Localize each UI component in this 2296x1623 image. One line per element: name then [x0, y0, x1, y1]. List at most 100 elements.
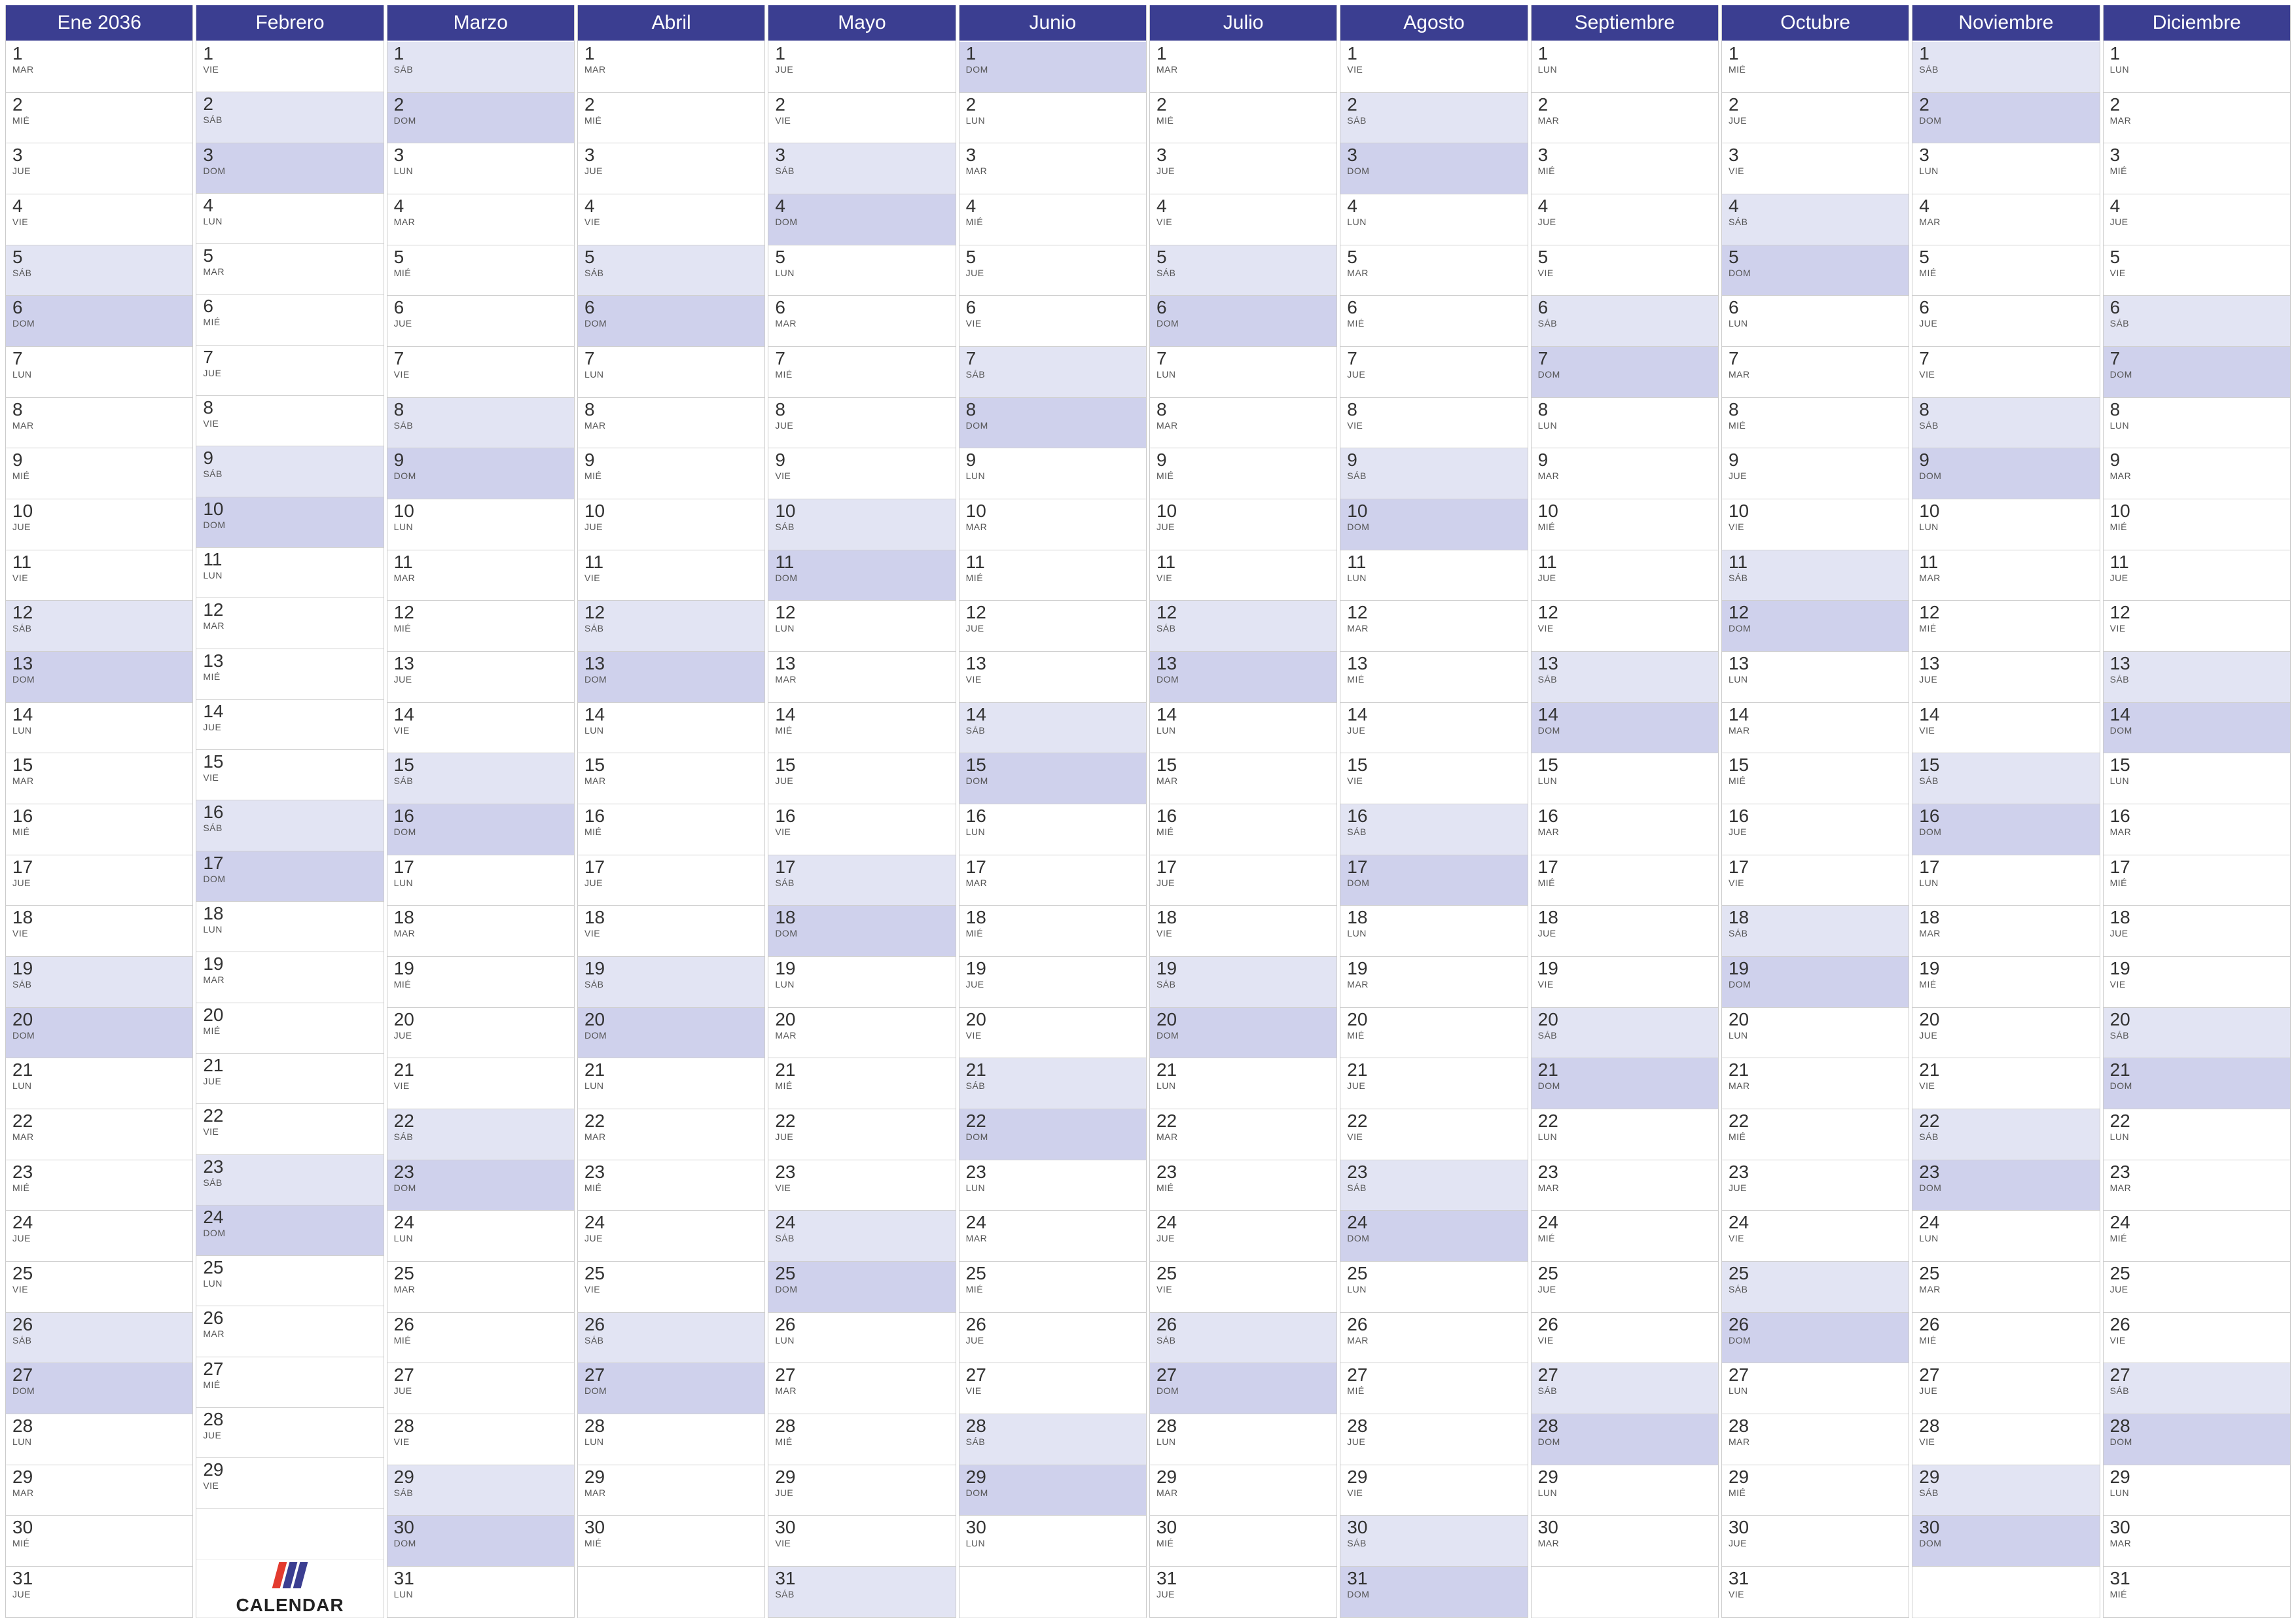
day-cell[interactable]: 15SÁB [1912, 753, 2099, 804]
day-cell[interactable]: 8LUN [1532, 398, 1718, 449]
day-cell[interactable]: 18VIE [6, 906, 192, 957]
day-cell[interactable]: 23SÁB [1340, 1160, 1527, 1211]
day-cell[interactable]: 17MIÉ [1532, 855, 1718, 906]
day-cell[interactable]: 29VIE [196, 1458, 383, 1508]
day-cell[interactable]: 29VIE [1340, 1465, 1527, 1516]
day-cell[interactable]: 8MIÉ [1722, 398, 1909, 449]
day-cell[interactable]: 9MAR [1532, 448, 1718, 499]
day-cell[interactable]: 28DOM [1532, 1414, 1718, 1465]
day-cell[interactable]: 9MIÉ [1150, 448, 1336, 499]
day-cell[interactable]: 19MIÉ [1912, 957, 2099, 1008]
day-cell[interactable]: 13DOM [1150, 652, 1336, 703]
day-cell[interactable]: 5MIÉ [1912, 245, 2099, 296]
day-cell[interactable]: 16MAR [1532, 804, 1718, 855]
day-cell[interactable]: 19SÁB [6, 957, 192, 1008]
day-cell[interactable]: 18MAR [1912, 906, 2099, 957]
day-cell[interactable]: 8MAR [578, 398, 764, 449]
day-cell[interactable]: 16MAR [2104, 804, 2290, 855]
day-cell[interactable]: 28VIE [1912, 1414, 2099, 1465]
day-cell[interactable]: 19MAR [1340, 957, 1527, 1008]
day-cell[interactable]: 27JUE [387, 1363, 574, 1414]
day-cell[interactable]: 30MAR [2104, 1516, 2290, 1567]
day-cell[interactable]: 5JUE [960, 245, 1146, 296]
day-cell[interactable]: 22SÁB [387, 1109, 574, 1160]
day-cell[interactable]: 4LUN [196, 194, 383, 244]
day-cell[interactable]: 11MIÉ [960, 550, 1146, 601]
day-cell[interactable]: 3JUE [6, 143, 192, 194]
day-cell[interactable]: 24MIÉ [2104, 1211, 2290, 1262]
day-cell[interactable]: 11LUN [1340, 550, 1527, 601]
day-cell[interactable]: 20VIE [960, 1008, 1146, 1059]
day-cell[interactable]: 14DOM [1532, 703, 1718, 754]
day-cell[interactable]: 3VIE [1722, 143, 1909, 194]
day-cell[interactable]: 27DOM [6, 1363, 192, 1414]
day-cell[interactable]: 27MAR [768, 1363, 955, 1414]
day-cell[interactable]: 16MIÉ [1150, 804, 1336, 855]
day-cell[interactable]: 8SÁB [387, 398, 574, 449]
day-cell[interactable]: 10DOM [196, 497, 383, 548]
day-cell[interactable]: 28LUN [578, 1414, 764, 1465]
day-cell[interactable]: 8VIE [196, 396, 383, 446]
day-cell[interactable]: 1VIE [196, 42, 383, 92]
day-cell[interactable]: 11JUE [2104, 550, 2290, 601]
day-cell[interactable]: 15VIE [1340, 753, 1527, 804]
day-cell[interactable]: 23LUN [960, 1160, 1146, 1211]
day-cell[interactable]: 25JUE [1532, 1262, 1718, 1313]
day-cell[interactable]: 1MAR [1150, 42, 1336, 93]
day-cell[interactable]: 23MIÉ [578, 1160, 764, 1211]
day-cell[interactable]: 25MAR [387, 1262, 574, 1313]
day-cell[interactable]: 23MAR [1532, 1160, 1718, 1211]
day-cell[interactable]: 15MAR [1150, 753, 1336, 804]
day-cell[interactable]: 8SÁB [1912, 398, 2099, 449]
day-cell[interactable]: 4LUN [1340, 194, 1527, 245]
day-cell[interactable]: 6MIÉ [196, 294, 383, 345]
day-cell[interactable]: 26LUN [768, 1313, 955, 1364]
day-cell[interactable]: 2DOM [387, 93, 574, 144]
day-cell[interactable]: 30DOM [387, 1516, 574, 1567]
day-cell[interactable]: 1DOM [960, 42, 1146, 93]
day-cell[interactable]: 22MAR [6, 1109, 192, 1160]
day-cell[interactable]: 9JUE [1722, 448, 1909, 499]
day-cell[interactable]: 17JUE [578, 855, 764, 906]
day-cell[interactable]: 16JUE [1722, 804, 1909, 855]
day-cell[interactable]: 22LUN [2104, 1109, 2290, 1160]
day-cell[interactable]: 20LUN [1722, 1008, 1909, 1059]
day-cell[interactable]: 30SÁB [1340, 1516, 1527, 1567]
day-cell[interactable]: 18VIE [578, 906, 764, 957]
day-cell[interactable]: 26SÁB [6, 1313, 192, 1364]
day-cell[interactable]: 24JUE [1150, 1211, 1336, 1262]
day-cell[interactable]: 7DOM [2104, 347, 2290, 398]
day-cell[interactable]: 6VIE [960, 296, 1146, 347]
day-cell[interactable]: 15MAR [6, 753, 192, 804]
day-cell[interactable]: 12SÁB [6, 601, 192, 652]
day-cell[interactable]: 14MAR [1722, 703, 1909, 754]
day-cell[interactable]: 2MAR [2104, 93, 2290, 144]
day-cell[interactable]: 26DOM [1722, 1313, 1909, 1364]
day-cell[interactable]: 30MIÉ [578, 1516, 764, 1567]
day-cell[interactable]: 25MAR [1912, 1262, 2099, 1313]
day-cell[interactable]: 8DOM [960, 398, 1146, 449]
day-cell[interactable]: 11LUN [196, 548, 383, 598]
day-cell[interactable]: 15LUN [1532, 753, 1718, 804]
day-cell[interactable]: 30JUE [1722, 1516, 1909, 1567]
day-cell[interactable]: 17MIÉ [2104, 855, 2290, 906]
day-cell[interactable]: 31VIE [1722, 1567, 1909, 1618]
day-cell[interactable]: 6MIÉ [1340, 296, 1527, 347]
day-cell[interactable]: 9SÁB [196, 446, 383, 497]
day-cell[interactable]: 11VIE [578, 550, 764, 601]
day-cell[interactable]: 7VIE [1912, 347, 2099, 398]
day-cell[interactable]: 18VIE [1150, 906, 1336, 957]
day-cell[interactable]: 10MIÉ [1532, 499, 1718, 550]
day-cell[interactable]: 18MAR [387, 906, 574, 957]
day-cell[interactable]: 5DOM [1722, 245, 1909, 296]
day-cell[interactable]: 28VIE [387, 1414, 574, 1465]
day-cell[interactable]: 20JUE [387, 1008, 574, 1059]
day-cell[interactable]: 13DOM [6, 652, 192, 703]
day-cell[interactable]: 6DOM [6, 296, 192, 347]
day-cell[interactable]: 11MAR [1912, 550, 2099, 601]
day-cell[interactable]: 24LUN [387, 1211, 574, 1262]
day-cell[interactable]: 5SÁB [578, 245, 764, 296]
day-cell[interactable]: 28MIÉ [768, 1414, 955, 1465]
day-cell[interactable]: 6SÁB [2104, 296, 2290, 347]
day-cell[interactable]: 24VIE [1722, 1211, 1909, 1262]
